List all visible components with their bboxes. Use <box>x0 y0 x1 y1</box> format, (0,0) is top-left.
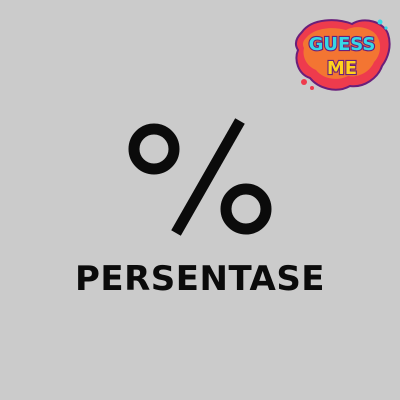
logo-text-me: ME <box>327 58 357 79</box>
logo-text-guess: GUESS <box>309 34 376 55</box>
percent-icon <box>128 118 272 236</box>
guess-card: GUESS ME PERSENTASE <box>0 0 400 400</box>
guess-me-logo: GUESS ME <box>292 12 392 96</box>
guess-me-logo-graphic: GUESS ME <box>294 19 391 91</box>
percent-symbol <box>128 115 274 243</box>
card-word: PERSENTASE <box>74 259 326 299</box>
